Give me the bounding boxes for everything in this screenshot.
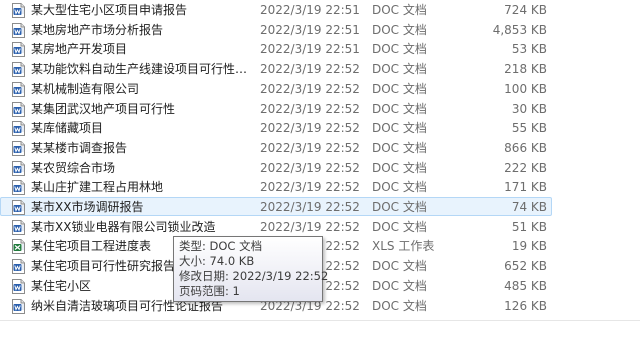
file-row[interactable]: 某农贸综合市场 2022/3/19 22:52 DOC 文档 222 KB [0, 158, 552, 177]
file-type: DOC 文档 [372, 121, 427, 136]
file-size: 53 KB [511, 42, 547, 57]
file-modified-date: 2022/3/19 22:52 [260, 219, 360, 234]
tooltip-type: 类型: DOC 文档 [179, 239, 263, 253]
file-size: 218 KB [504, 62, 547, 77]
word-doc-icon [12, 160, 25, 176]
file-name: 某机械制造有限公司 [31, 81, 140, 96]
file-type: DOC 文档 [372, 160, 427, 175]
tooltip-modified: 修改日期: 2022/3/19 22:52 [179, 269, 329, 283]
file-row[interactable]: 某功能饮料自动生产线建设项目可行性报... 2022/3/19 22:52 DOC … [0, 59, 552, 78]
file-name: 某库储藏项目 [31, 121, 104, 136]
file-row[interactable]: 某大型住宅小区项目申请报告 2022/3/19 22:51 DOC 文档 724 KB [0, 0, 552, 19]
list-bottom-divider [0, 320, 640, 321]
file-row[interactable]: 某某楼市调查报告 2022/3/19 22:52 DOC 文档 866 KB [0, 138, 552, 157]
file-size: 485 KB [504, 278, 547, 293]
file-type: DOC 文档 [372, 62, 427, 77]
word-doc-icon [12, 259, 25, 275]
file-row[interactable]: 某山庄扩建工程占用林地 2022/3/19 22:52 DOC 文档 171 KB [0, 177, 552, 196]
file-size: 866 KB [504, 140, 547, 155]
file-name: 某市XX锁业电器有限公司锁业改造 [31, 219, 216, 234]
file-type: DOC 文档 [372, 298, 427, 313]
tooltip-size: 大小: 74.0 KB [179, 254, 255, 268]
file-modified-date: 2022/3/19 22:52 [260, 101, 360, 116]
excel-xls-icon [12, 239, 25, 255]
file-size: 724 KB [504, 3, 547, 17]
file-type: DOC 文档 [372, 200, 427, 214]
file-name: 某地房地产市场分析报告 [31, 22, 164, 37]
file-type: DOC 文档 [372, 3, 427, 17]
file-type: DOC 文档 [372, 101, 427, 116]
file-size: 19 KB [511, 239, 547, 254]
file-modified-date: 2022/3/19 22:52 [260, 62, 360, 77]
word-doc-icon [12, 3, 25, 18]
file-type: DOC 文档 [372, 140, 427, 155]
file-size: 51 KB [511, 219, 547, 234]
word-doc-icon [12, 62, 25, 78]
word-doc-icon [12, 101, 25, 117]
file-name: 某山庄扩建工程占用林地 [31, 180, 164, 195]
file-modified-date: 2022/3/19 22:52 [260, 160, 360, 175]
file-size: 30 KB [511, 101, 547, 116]
file-name: 某市XX市场调研报告 [31, 200, 144, 214]
file-row[interactable]: 某市XX市场调研报告 2022/3/19 22:52 DOC 文档 74 KB [0, 197, 552, 216]
file-size: 126 KB [504, 298, 547, 313]
file-size: 171 KB [504, 180, 547, 195]
word-doc-icon [12, 298, 25, 314]
file-size: 55 KB [511, 121, 547, 136]
file-row[interactable]: 某市XX锁业电器有限公司锁业改造 2022/3/19 22:52 DOC 文档 51 … [0, 217, 552, 236]
file-name: 某农贸综合市场 [31, 160, 116, 175]
file-row[interactable]: 某房地产开发项目 2022/3/19 22:51 DOC 文档 53 KB [0, 39, 552, 58]
file-name: 某大型住宅小区项目申请报告 [31, 3, 188, 17]
file-info-tooltip: 类型: DOC 文档 大小: 74.0 KB 修改日期: 2022/3/19 2… [173, 236, 329, 302]
file-modified-date: 2022/3/19 22:52 [260, 200, 360, 214]
file-type: DOC 文档 [372, 278, 427, 293]
word-doc-icon [12, 140, 25, 156]
file-modified-date: 2022/3/19 22:52 [260, 121, 360, 136]
file-name: 某功能饮料自动生产线建设项目可行性报... [31, 62, 253, 77]
file-row[interactable]: 某集团武汉地产项目可行性 2022/3/19 22:52 DOC 文档 30 KB [0, 99, 552, 118]
file-type: DOC 文档 [372, 180, 427, 195]
file-type: DOC 文档 [372, 22, 427, 37]
file-size: 100 KB [504, 81, 547, 96]
word-doc-icon [12, 42, 25, 58]
file-name: 某集团武汉地产项目可行性 [31, 101, 176, 116]
word-doc-icon [12, 278, 25, 294]
word-doc-icon [12, 200, 25, 215]
file-size: 222 KB [504, 160, 547, 175]
file-size: 652 KB [504, 259, 547, 274]
file-name: 某某楼市调查报告 [31, 140, 128, 155]
word-doc-icon [12, 22, 25, 38]
file-type: DOC 文档 [372, 81, 427, 96]
file-size: 74 KB [511, 200, 547, 214]
file-row[interactable]: 某库储藏项目 2022/3/19 22:52 DOC 文档 55 KB [0, 118, 552, 137]
file-type: DOC 文档 [372, 219, 427, 234]
file-modified-date: 2022/3/19 22:52 [260, 81, 360, 96]
file-row[interactable]: 某机械制造有限公司 2022/3/19 22:52 DOC 文档 100 KB [0, 79, 552, 98]
file-type: DOC 文档 [372, 42, 427, 57]
file-modified-date: 2022/3/19 22:52 [260, 140, 360, 155]
word-doc-icon [12, 180, 25, 196]
file-modified-date: 2022/3/19 22:51 [260, 3, 360, 17]
file-modified-date: 2022/3/19 22:52 [260, 180, 360, 195]
word-doc-icon [12, 121, 25, 137]
tooltip-pages: 页码范围: 1 [179, 284, 240, 298]
file-row[interactable]: 某地房地产市场分析报告 2022/3/19 22:51 DOC 文档 4,853 KB [0, 20, 552, 39]
file-type: DOC 文档 [372, 259, 427, 274]
word-doc-icon [12, 219, 25, 235]
file-type: XLS 工作表 [372, 239, 435, 254]
file-size: 4,853 KB [492, 22, 547, 37]
file-modified-date: 2022/3/19 22:51 [260, 42, 360, 57]
word-doc-icon [12, 81, 25, 97]
file-modified-date: 2022/3/19 22:51 [260, 22, 360, 37]
file-name: 某房地产开发项目 [31, 42, 128, 57]
